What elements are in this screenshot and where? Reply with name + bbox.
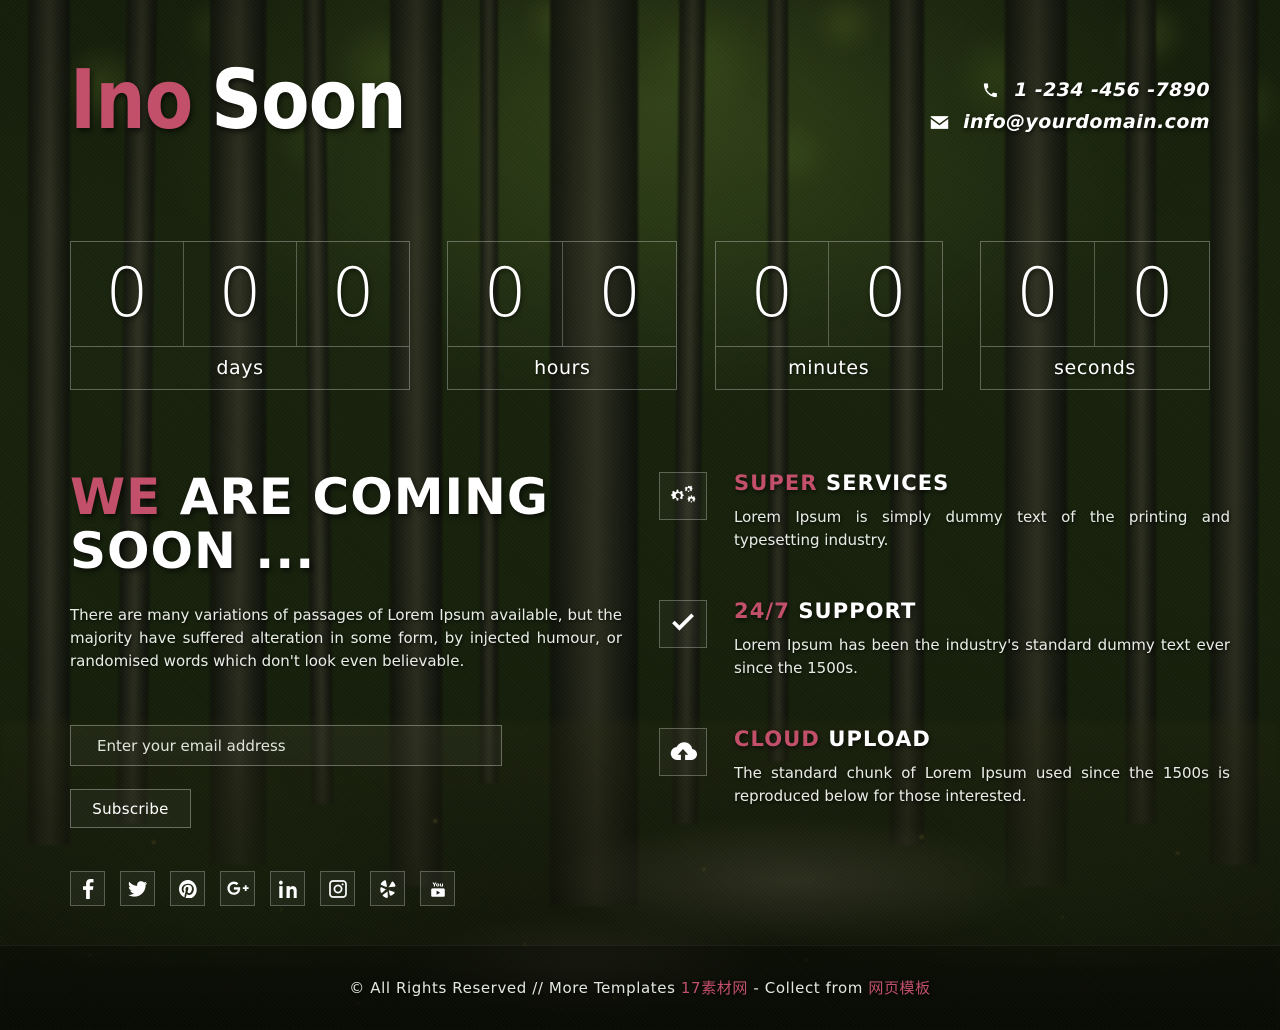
logo-rest-text: Soon [211,53,406,148]
countdown-digit: 0 [716,242,830,346]
social-links: You [70,871,455,906]
contact-phone-row[interactable]: 1 -234 -456 -7890 [929,74,1210,106]
countdown-digits-days: 0 0 0 [71,242,409,347]
feature-title-rest: SERVICES [826,471,950,495]
gears-icon [659,472,707,520]
countdown-digits-hours: 0 0 [448,242,677,347]
feature-item-super-services: SUPER SERVICES Lorem Ipsum is simply dum… [654,470,1230,556]
social-link-facebook[interactable] [70,871,105,906]
countdown-digit: 0 [448,242,563,346]
feature-title: CLOUD UPLOAD [734,726,1210,752]
countdown-group-seconds: 0 0 seconds [979,241,1210,390]
email-input[interactable] [70,725,502,766]
feature-item-cloud-upload: CLOUD UPLOAD The standard chunk of Lorem… [654,726,1230,812]
feature-title: 24/7 SUPPORT [734,598,1210,624]
countdown-group-hours: 0 0 hours [447,241,678,390]
feature-description: Lorem Ipsum is simply dummy text of the … [734,508,1230,549]
countdown-group-minutes: 0 0 minutes [714,241,943,390]
email-address: info@yourdomain.com [963,111,1210,133]
countdown-digit: 0 [1130,254,1174,333]
social-link-linkedin[interactable] [270,871,305,906]
subscribe-form: Subscribe [70,725,622,828]
site-header: Ino Soon 1 -234 -456 -7890 info@yourdomai… [70,55,1210,147]
social-link-instagram[interactable] [320,871,355,906]
countdown-label-minutes: minutes [788,357,870,379]
countdown-timer: 0 0 0 days 0 0 hours 0 0 minutes 0 0 sec… [70,241,1210,390]
countdown-digit: 0 [184,242,297,346]
phone-icon [980,82,1000,99]
social-link-pinterest[interactable] [170,871,205,906]
twitter-icon [128,880,147,897]
feature-title-rest: UPLOAD [828,727,931,751]
headline-accent: WE [70,468,162,526]
linkedin-icon [278,880,297,898]
countdown-group-days: 0 0 0 days [70,241,410,390]
logo-accent-text: Ino [70,53,193,148]
subscribe-button[interactable]: Subscribe [70,789,191,828]
social-link-yelp[interactable] [370,871,405,906]
social-link-twitter[interactable] [120,871,155,906]
social-link-youtube[interactable]: You [420,871,455,906]
countdown-label-days: days [216,357,264,379]
yelp-icon [379,879,396,898]
header-contact-info: 1 -234 -456 -7890 info@yourdomain.com [929,74,1210,138]
countdown-label-hours: hours [534,357,591,379]
countdown-digit: 0 [597,254,642,333]
cloud-upload-icon [659,728,707,776]
social-link-googleplus[interactable] [220,871,255,906]
countdown-digits-minutes: 0 0 [715,242,942,347]
feature-title-accent: CLOUD [734,727,820,751]
footer-link-17sucai[interactable]: 17素材网 [681,979,748,997]
hero-column: WE ARE COMING SOON ... There are many va… [70,470,622,828]
page-title: WE ARE COMING SOON ... [70,470,622,578]
instagram-icon [328,879,347,898]
footer-link-webtemplate[interactable]: 网页模板 [868,979,930,997]
hero-paragraph: There are many variations of passages of… [70,606,622,670]
countdown-digit: 0 [863,254,908,333]
feature-title-accent: SUPER [734,471,818,495]
feature-title: SUPER SERVICES [734,470,1210,496]
footer-text-middle: - Collect from [748,979,869,997]
envelope-icon [929,115,949,130]
site-logo[interactable]: Ino Soon [70,53,407,148]
check-icon [659,600,707,648]
countdown-digit: 0 [981,242,1096,346]
feature-title-accent: 24/7 [734,599,790,623]
countdown-label-seconds: seconds [1054,357,1136,379]
countdown-digit: 0 [331,254,375,333]
facebook-icon [82,878,94,899]
googleplus-icon [226,880,249,897]
phone-number: 1 -234 -456 -7890 [1014,79,1210,101]
feature-title-rest: SUPPORT [798,599,917,623]
countdown-digits-seconds: 0 0 [980,242,1209,347]
contact-email-row[interactable]: info@yourdomain.com [929,106,1210,138]
feature-description: The standard chunk of Lorem Ipsum used s… [734,764,1230,805]
coming-soon-page: Ino Soon 1 -234 -456 -7890 info@yourdomai… [0,0,1280,1030]
footer-copyright: © All Rights Reserved // More Templates … [0,977,1280,998]
features-column: SUPER SERVICES Lorem Ipsum is simply dum… [654,470,1230,812]
feature-description: Lorem Ipsum has been the industry's stan… [734,636,1230,677]
footer-text-before: © All Rights Reserved // More Templates [349,979,681,997]
svg-text:You: You [431,882,443,888]
feature-item-247-support: 24/7 SUPPORT Lorem Ipsum has been the in… [654,598,1230,684]
pinterest-icon [178,879,197,898]
countdown-digit: 0 [71,242,184,346]
youtube-icon: You [430,879,446,899]
